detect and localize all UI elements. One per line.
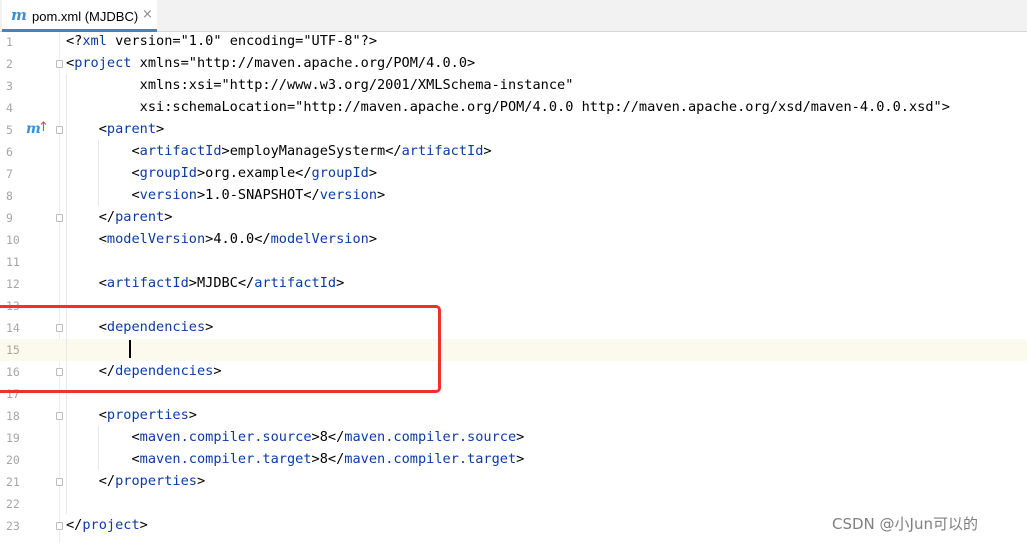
code-text: xmlns:xsi="http://www.w3.org/2001/XMLSch… (66, 77, 574, 93)
line-number: 21 (6, 475, 20, 489)
code-text: <groupId>org.example</groupId> (66, 165, 378, 181)
line-number: 1 (6, 35, 13, 49)
line-number: 2 (6, 57, 13, 71)
line-number: 22 (6, 497, 20, 511)
code-line[interactable]: 4 xsi:schemaLocation="http://maven.apach… (0, 97, 1027, 119)
line-number: 23 (6, 519, 20, 533)
code-line[interactable]: 1 <?xml version="1.0" encoding="UTF-8"?> (0, 31, 1027, 53)
code-text: <?xml version="1.0" encoding="UTF-8"?> (66, 33, 378, 49)
code-line[interactable]: 6 <artifactId>employManageSysterm</artif… (0, 141, 1027, 163)
code-line[interactable]: 8 <version>1.0-SNAPSHOT</version> (0, 185, 1027, 207)
line-number: 19 (6, 431, 20, 445)
code-line[interactable]: 10 <modelVersion>4.0.0</modelVersion> (0, 229, 1027, 251)
fold-marker-icon[interactable] (56, 126, 63, 134)
line-number: 18 (6, 409, 20, 423)
annotation-highlight-box (0, 305, 441, 393)
line-number: 9 (6, 211, 13, 225)
code-text: <parent> (66, 121, 165, 137)
watermark: CSDN @小Jun可以的 (832, 515, 978, 533)
fold-marker-icon[interactable] (56, 214, 63, 222)
code-line[interactable]: 5 m ↑ <parent> (0, 119, 1027, 141)
code-text: <artifactId>MJDBC</artifactId> (66, 275, 345, 291)
code-line[interactable]: 2 <project xmlns="http://maven.apache.org… (0, 53, 1027, 75)
code-text: <modelVersion>4.0.0</modelVersion> (66, 231, 378, 247)
line-number: 6 (6, 145, 13, 159)
code-line[interactable]: 3 xmlns:xsi="http://www.w3.org/2001/XMLS… (0, 75, 1027, 97)
code-line[interactable]: 20 <maven.compiler.target>8</maven.compi… (0, 449, 1027, 471)
fold-marker-icon[interactable] (56, 412, 63, 420)
line-number: 8 (6, 189, 13, 203)
indent-guide (98, 140, 99, 206)
code-text: <version>1.0-SNAPSHOT</version> (66, 187, 386, 203)
line-number: 3 (6, 79, 13, 93)
line-number: 12 (6, 277, 20, 291)
code-text: </project> (66, 517, 148, 533)
fold-marker-icon[interactable] (56, 60, 63, 68)
maven-icon: m (11, 6, 27, 24)
tab-pom-xml[interactable]: m pom.xml (MJDBC) × (2, 0, 157, 32)
code-line[interactable]: 18 <properties> (0, 405, 1027, 427)
code-text: xsi:schemaLocation="http://maven.apache.… (66, 99, 950, 115)
navigate-up-arrow-icon[interactable]: ↑ (38, 120, 49, 135)
editor-tab-bar: m pom.xml (MJDBC) × (0, 0, 1027, 32)
code-text: </properties> (66, 473, 206, 489)
tab-title: pom.xml (MJDBC) (32, 9, 139, 24)
line-number: 11 (6, 255, 20, 269)
line-number: 20 (6, 453, 20, 467)
code-line[interactable]: 9 </parent> (0, 207, 1027, 229)
fold-marker-icon[interactable] (56, 522, 63, 530)
code-text: <maven.compiler.target>8</maven.compiler… (66, 451, 525, 467)
code-text: <project xmlns="http://maven.apache.org/… (66, 55, 476, 71)
line-number: 7 (6, 167, 13, 181)
code-line[interactable]: 7 <groupId>org.example</groupId> (0, 163, 1027, 185)
code-line[interactable]: 21 </properties> (0, 471, 1027, 493)
fold-marker-icon[interactable] (56, 478, 63, 486)
indent-guide (66, 74, 67, 514)
code-line[interactable]: 22 (0, 493, 1027, 515)
line-number: 10 (6, 233, 20, 247)
code-line[interactable]: 19 <maven.compiler.source>8</maven.compi… (0, 427, 1027, 449)
line-number: 5 (6, 123, 13, 137)
code-text: <artifactId>employManageSysterm</artifac… (66, 143, 492, 159)
indent-guide (98, 426, 99, 470)
code-text: <maven.compiler.source>8</maven.compiler… (66, 429, 525, 445)
code-line[interactable]: 11 (0, 251, 1027, 273)
close-icon[interactable]: × (142, 7, 153, 22)
code-text: <properties> (66, 407, 197, 423)
code-line[interactable]: 12 <artifactId>MJDBC</artifactId> (0, 273, 1027, 295)
code-text: </parent> (66, 209, 173, 225)
line-number: 4 (6, 101, 13, 115)
